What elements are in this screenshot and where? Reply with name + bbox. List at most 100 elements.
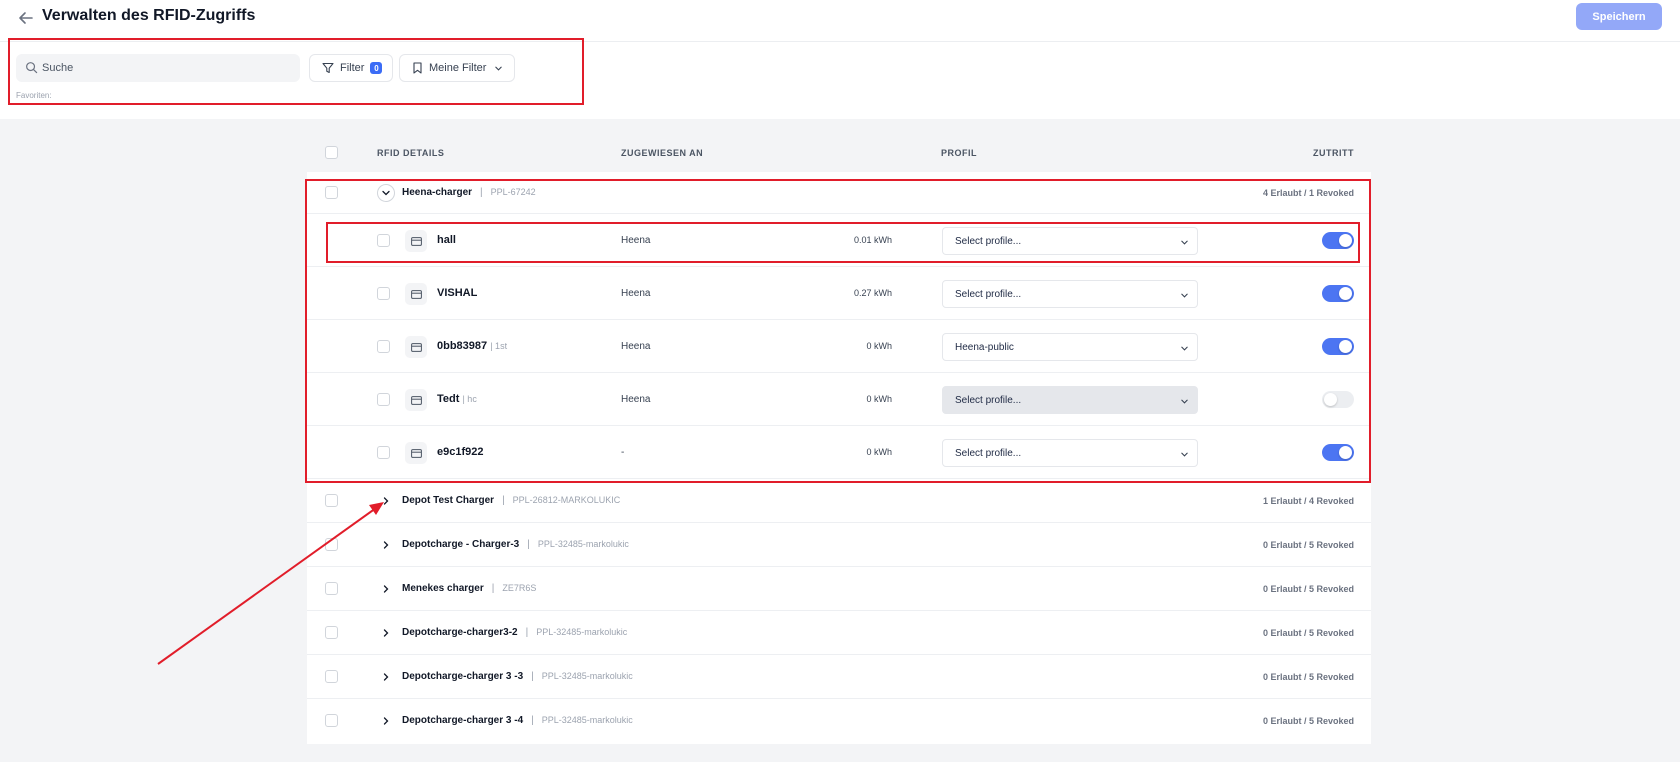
chevron-down-icon [1181, 399, 1188, 404]
chevron-right-icon[interactable] [377, 624, 395, 642]
filter-bar: Filter 0 Meine Filter Favoriten: [0, 42, 1680, 119]
group-id: PPL-26812-MARKOLUKIC [512, 495, 621, 505]
chevron-right-icon[interactable] [377, 668, 395, 686]
search-box[interactable] [16, 54, 300, 82]
card-assigned-to: Heena [621, 288, 651, 299]
group-status: 4 Erlaubt / 1 Revoked [1262, 188, 1354, 198]
access-toggle[interactable] [1322, 285, 1354, 302]
column-access: ZUTRITT [1313, 148, 1354, 158]
card-checkbox[interactable] [377, 340, 390, 353]
access-toggle[interactable] [1322, 444, 1354, 461]
card-checkbox[interactable] [377, 446, 390, 459]
card-checkbox[interactable] [377, 287, 390, 300]
back-arrow-icon[interactable] [16, 8, 36, 28]
profile-select[interactable]: Heena-public [942, 333, 1198, 361]
card-name: hall [437, 234, 456, 246]
group-id: PPL-67242 [490, 187, 536, 197]
group-checkbox[interactable] [325, 538, 338, 551]
funnel-icon [322, 62, 334, 74]
group-name: Depot Test Charger | PPL-26812-MARKOLUKIC [402, 495, 621, 506]
card-name: VISHAL [437, 287, 478, 299]
profile-select[interactable]: Select profile... [942, 439, 1198, 467]
group-checkbox[interactable] [325, 186, 338, 199]
profile-select[interactable]: Select profile... [942, 386, 1198, 414]
chevron-right-icon[interactable] [377, 712, 395, 730]
chevron-down-icon [1181, 240, 1188, 245]
search-icon [26, 62, 38, 74]
group-name: Menekes charger | ZE7R6S [402, 583, 537, 594]
search-input[interactable] [42, 54, 292, 82]
group-checkbox[interactable] [325, 626, 338, 639]
filter-button[interactable]: Filter 0 [309, 54, 393, 82]
chevron-down-icon[interactable] [377, 184, 395, 202]
access-toggle[interactable] [1322, 338, 1354, 355]
top-bar: Verwalten des RFID-Zugriffs Speichern [0, 0, 1680, 42]
my-filters-dropdown[interactable]: Meine Filter [399, 54, 515, 82]
access-toggle[interactable] [1322, 391, 1354, 408]
rfid-card-row[interactable]: Tedt | hc Heena 0 kWh Select profile... [307, 373, 1371, 426]
charger-group-row[interactable]: Heena-charger | PPL-67242 4 Erlaubt / 1 Re… [307, 172, 1371, 214]
group-status: 0 Erlaubt / 5 Revoked [1262, 584, 1354, 594]
card-assigned-to: Heena [621, 394, 651, 405]
filter-count-badge: 0 [370, 62, 383, 74]
profile-select[interactable]: Select profile... [942, 227, 1198, 255]
credit-card-icon [405, 336, 427, 358]
chevron-right-icon[interactable] [377, 492, 395, 510]
rfid-card-row[interactable]: e9c1f922 - 0 kWh Select profile... [307, 426, 1371, 479]
card-energy: 0.01 kWh [853, 235, 892, 245]
card-energy: 0 kWh [866, 447, 892, 457]
rfid-card-row[interactable]: 0bb83987 | 1st Heena 0 kWh Heena-public [307, 320, 1371, 373]
access-toggle[interactable] [1322, 232, 1354, 249]
group-id: PPL-32485-markolukic [536, 627, 628, 637]
card-assigned-to: Heena [621, 341, 651, 352]
group-name: Depotcharge-charger3-2 | PPL-32485-markolu… [402, 627, 628, 638]
column-profile: PROFIL [941, 148, 977, 158]
charger-group-row[interactable]: Depotcharge-charger3-2 | PPL-32485-markolu… [307, 611, 1371, 655]
group-status: 0 Erlaubt / 5 Revoked [1262, 672, 1354, 682]
page-title: Verwalten des RFID-Zugriffs [42, 7, 256, 24]
chevron-right-icon[interactable] [377, 536, 395, 554]
card-energy: 0.27 kWh [853, 288, 892, 298]
credit-card-icon [405, 442, 427, 464]
chevron-down-icon [1181, 293, 1188, 298]
group-checkbox[interactable] [325, 494, 338, 507]
chevron-right-icon[interactable] [377, 580, 395, 598]
group-status: 0 Erlaubt / 5 Revoked [1262, 540, 1354, 550]
group-status: 0 Erlaubt / 5 Revoked [1262, 628, 1354, 638]
charger-group-row[interactable]: Depotcharge-charger 3 -4 | PPL-32485-marko… [307, 699, 1371, 743]
group-status: 0 Erlaubt / 5 Revoked [1262, 716, 1354, 726]
select-all-checkbox[interactable] [325, 146, 338, 159]
chevron-down-icon [495, 66, 503, 71]
rfid-card-row[interactable]: VISHAL Heena 0.27 kWh Select profile... [307, 267, 1371, 320]
card-name: Tedt | hc [437, 393, 477, 405]
save-button[interactable]: Speichern [1576, 3, 1662, 30]
group-checkbox[interactable] [325, 582, 338, 595]
card-checkbox[interactable] [377, 393, 390, 406]
rfid-card-row[interactable]: hall Heena 0.01 kWh Select profile... [307, 214, 1371, 267]
column-rfid-details: RFID DETAILS [377, 148, 445, 158]
credit-card-icon [405, 283, 427, 305]
charger-group-row[interactable]: Menekes charger | ZE7R6S 0 Erlaubt / 5 Rev… [307, 567, 1371, 611]
profile-select[interactable]: Select profile... [942, 280, 1198, 308]
column-assigned-to: ZUGEWIESEN AN [621, 148, 704, 158]
my-filters-label: Meine Filter [429, 62, 487, 74]
rfid-table: RFID DETAILS ZUGEWIESEN AN PROFIL ZUTRIT… [307, 134, 1371, 744]
charger-group-row[interactable]: Depotcharge-charger 3 -3 | PPL-32485-marko… [307, 655, 1371, 699]
group-checkbox[interactable] [325, 670, 338, 683]
chevron-down-icon [1181, 452, 1188, 457]
charger-group-row[interactable]: Depot Test Charger | PPL-26812-MARKOLUKIC … [307, 479, 1371, 523]
table-header: RFID DETAILS ZUGEWIESEN AN PROFIL ZUTRIT… [307, 134, 1371, 172]
card-name: e9c1f922 [437, 446, 484, 458]
card-checkbox[interactable] [377, 234, 390, 247]
card-energy: 0 kWh [866, 341, 892, 351]
charger-group-row[interactable]: Depotcharge - Charger-3 | PPL-32485-markol… [307, 523, 1371, 567]
group-status: 1 Erlaubt / 4 Revoked [1262, 496, 1354, 506]
group-name: Heena-charger | PPL-67242 [402, 187, 536, 198]
credit-card-icon [405, 230, 427, 252]
favorites-label: Favoriten: [16, 91, 52, 100]
group-id: ZE7R6S [502, 583, 537, 593]
group-id: PPL-32485-markolukic [541, 671, 633, 681]
bookmark-icon [413, 62, 422, 74]
filter-label: Filter [340, 62, 365, 74]
group-checkbox[interactable] [325, 714, 338, 727]
